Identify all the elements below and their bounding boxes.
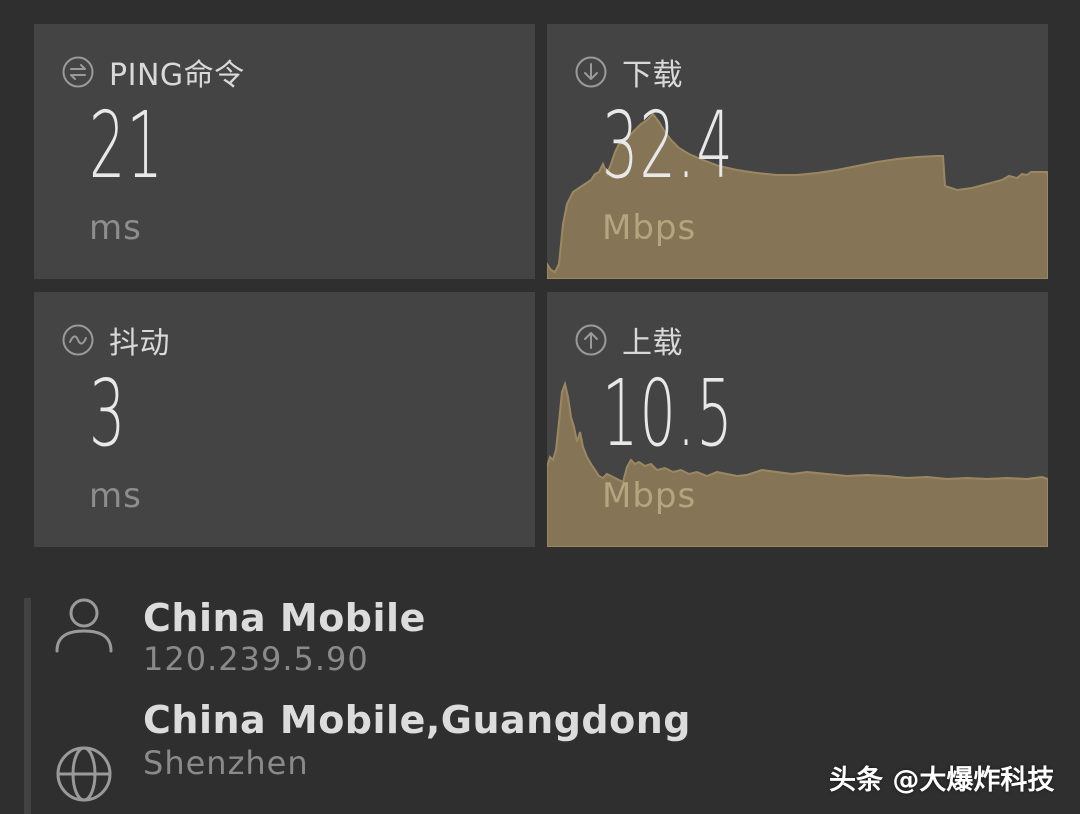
watermark-text: 头条 @大爆炸科技 <box>829 765 1055 796</box>
download-unit: Mbps <box>602 208 697 248</box>
ping-value: 21 <box>89 92 165 199</box>
jitter-header: 抖动 <box>61 320 170 361</box>
ping-tile: PING命令 21 ms <box>34 24 535 279</box>
user-icon <box>55 598 113 653</box>
jitter-value: 3 <box>89 360 127 467</box>
ping-label: PING命令 <box>109 58 245 93</box>
info-divider <box>24 598 31 814</box>
upload-tile: 上载 10.5 Mbps <box>547 292 1048 547</box>
ping-arrows-icon <box>62 56 94 88</box>
ping-header: PING命令 <box>61 52 245 93</box>
download-tile: 下载 32.4 Mbps <box>547 24 1048 279</box>
upload-unit: Mbps <box>602 476 697 516</box>
jitter-label: 抖动 <box>109 326 170 361</box>
download-value: 32.4 <box>602 92 734 199</box>
download-label: 下载 <box>622 58 683 93</box>
globe-icon <box>56 746 112 802</box>
download-arrow-icon <box>575 56 607 88</box>
jitter-wave-icon <box>62 324 94 356</box>
upload-value: 10.5 <box>602 360 734 467</box>
provider-name: China Mobile <box>143 596 426 640</box>
download-header: 下载 <box>574 52 683 93</box>
ping-unit: ms <box>89 208 142 248</box>
jitter-tile: 抖动 3 ms <box>34 292 535 547</box>
server-name: China Mobile,Guangdong <box>143 698 691 742</box>
upload-arrow-icon <box>575 324 607 356</box>
upload-header: 上载 <box>574 320 683 361</box>
provider-ip: 120.239.5.90 <box>143 640 369 678</box>
speedtest-results-screen: PING命令 21 ms 下载 32.4 Mbps 抖动 3 ms 上载 10.… <box>0 0 1080 814</box>
server-city: Shenzhen <box>143 744 309 782</box>
jitter-unit: ms <box>89 476 142 516</box>
upload-label: 上载 <box>622 326 683 361</box>
